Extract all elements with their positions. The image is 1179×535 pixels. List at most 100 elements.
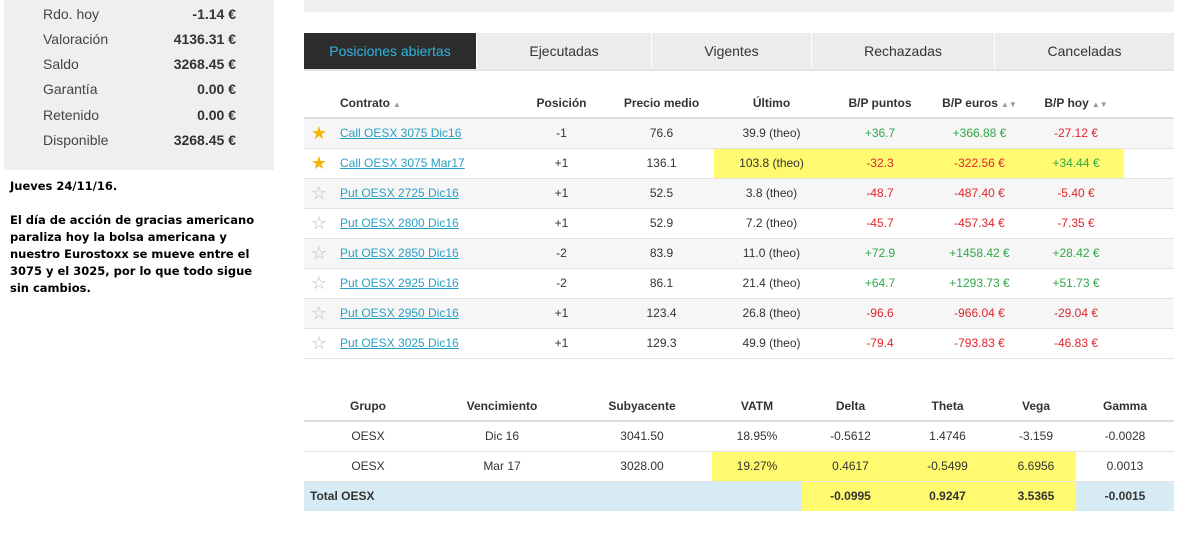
pl-today-cell: -5.40 € bbox=[1028, 178, 1124, 209]
contract-cell: Put OESX 2725 Dic16 bbox=[334, 178, 514, 209]
pl-today-cell: -46.83 € bbox=[1028, 328, 1124, 359]
header-vencimiento: Vencimiento bbox=[432, 391, 572, 422]
fav-cell: ☆ bbox=[304, 178, 334, 209]
positions-header-row: Contrato ▲ Posición Precio medio Último B… bbox=[304, 88, 1174, 119]
account-label: Garantía bbox=[43, 81, 98, 97]
total-row: Total OESX -0.0995 0.9247 3.5365 -0.0015 bbox=[304, 481, 1174, 511]
contract-cell: Put OESX 3025 Dic16 bbox=[334, 328, 514, 359]
spacer-cell bbox=[1124, 118, 1174, 149]
account-value: 0.00 € bbox=[197, 107, 236, 123]
star-outline-icon[interactable]: ☆ bbox=[311, 243, 327, 263]
spacer-cell bbox=[1124, 298, 1174, 329]
tab-vigentes[interactable]: Vigentes bbox=[652, 33, 812, 69]
pl-today-cell: +34.44 € bbox=[1028, 148, 1124, 179]
fav-cell: ☆ bbox=[304, 298, 334, 329]
header-pl-euros-label: B/P euros bbox=[942, 95, 998, 110]
header-grupo: Grupo bbox=[304, 391, 432, 422]
table-row: ☆ Put OESX 3025 Dic16 +1 129.3 49.9 (the… bbox=[304, 328, 1174, 359]
total-label: Total OESX bbox=[304, 481, 802, 511]
star-outline-icon[interactable]: ☆ bbox=[311, 273, 327, 293]
delta-cell: 0.4617 bbox=[802, 451, 899, 482]
star-outline-icon[interactable]: ☆ bbox=[311, 183, 327, 203]
grupo-cell: OESX bbox=[304, 421, 432, 452]
spacer-cell bbox=[1124, 268, 1174, 299]
pl-today-cell: -29.04 € bbox=[1028, 298, 1124, 329]
header-avg-price[interactable]: Precio medio bbox=[609, 88, 714, 119]
tab-posiciones-abiertas[interactable]: Posiciones abiertas bbox=[304, 33, 477, 69]
account-row-retenido: Retenido 0.00 € bbox=[4, 102, 274, 127]
notes-body: El día de acción de gracias americano pa… bbox=[10, 213, 255, 295]
last-cell: 11.0 (theo) bbox=[714, 238, 829, 269]
fav-cell: ☆ bbox=[304, 268, 334, 299]
gamma-cell: -0.0028 bbox=[1076, 421, 1174, 452]
last-cell: 3.8 (theo) bbox=[714, 178, 829, 209]
fav-header bbox=[304, 88, 334, 119]
star-outline-icon[interactable]: ☆ bbox=[311, 213, 327, 233]
pl-today-cell: -7.35 € bbox=[1028, 208, 1124, 239]
header-pl-euros[interactable]: B/P euros ▲▼ bbox=[931, 88, 1028, 119]
last-cell: 26.8 (theo) bbox=[714, 298, 829, 329]
contract-link[interactable]: Put OESX 2725 Dic16 bbox=[340, 186, 459, 200]
pl-points-cell: -32.3 bbox=[829, 148, 931, 179]
star-outline-icon[interactable]: ☆ bbox=[311, 333, 327, 353]
table-row: ★ Call OESX 3075 Dic16 -1 76.6 39.9 (the… bbox=[304, 118, 1174, 149]
star-outline-icon[interactable]: ☆ bbox=[311, 303, 327, 323]
orders-tabs: Posiciones abiertas Ejecutadas Vigentes … bbox=[304, 33, 1174, 69]
header-pl-today[interactable]: B/P hoy ▲▼ bbox=[1028, 88, 1124, 119]
contract-link[interactable]: Put OESX 2850 Dic16 bbox=[340, 246, 459, 260]
avg-price-cell: 123.4 bbox=[609, 298, 714, 329]
tab-canceladas[interactable]: Canceladas bbox=[995, 33, 1174, 69]
contract-link[interactable]: Call OESX 3075 Dic16 bbox=[340, 126, 461, 140]
star-filled-icon[interactable]: ★ bbox=[311, 123, 327, 143]
theta-cell: -0.5499 bbox=[899, 451, 996, 482]
last-cell: 103.8 (theo) bbox=[714, 148, 829, 179]
pl-euros-cell: -487.40 € bbox=[931, 178, 1028, 209]
contract-link[interactable]: Put OESX 2950 Dic16 bbox=[340, 306, 459, 320]
avg-price-cell: 129.3 bbox=[609, 328, 714, 359]
position-cell: +1 bbox=[514, 208, 609, 239]
header-position[interactable]: Posición bbox=[514, 88, 609, 119]
total-theta-cell: 0.9247 bbox=[899, 481, 996, 511]
table-row: ☆ Put OESX 2950 Dic16 +1 123.4 26.8 (the… bbox=[304, 298, 1174, 329]
contract-cell: Put OESX 2950 Dic16 bbox=[334, 298, 514, 329]
spacer-cell bbox=[1124, 208, 1174, 239]
sort-icon: ▲▼ bbox=[1000, 99, 1017, 109]
pl-points-cell: +72.9 bbox=[829, 238, 931, 269]
contract-link[interactable]: Put OESX 3025 Dic16 bbox=[340, 336, 459, 350]
account-label: Valoración bbox=[43, 31, 109, 47]
avg-price-cell: 86.1 bbox=[609, 268, 714, 299]
avg-price-cell: 83.9 bbox=[609, 238, 714, 269]
star-filled-icon[interactable]: ★ bbox=[311, 153, 327, 173]
position-cell: +1 bbox=[514, 148, 609, 179]
header-vatm: VATM bbox=[712, 391, 802, 422]
tab-ejecutadas[interactable]: Ejecutadas bbox=[477, 33, 652, 69]
account-label: Saldo bbox=[43, 56, 79, 72]
pl-euros-cell: -793.83 € bbox=[931, 328, 1028, 359]
avg-price-cell: 52.9 bbox=[609, 208, 714, 239]
positions-table: Contrato ▲ Posición Precio medio Último B… bbox=[304, 88, 1174, 359]
notes-text: Jueves 24/11/16. El día de acción de gra… bbox=[10, 178, 270, 297]
pl-euros-cell: +1458.42 € bbox=[931, 238, 1028, 269]
pl-euros-cell: +1293.73 € bbox=[931, 268, 1028, 299]
pl-points-cell: +36.7 bbox=[829, 118, 931, 149]
notes-date: Jueves 24/11/16. bbox=[10, 179, 118, 193]
contract-link[interactable]: Put OESX 2925 Dic16 bbox=[340, 276, 459, 290]
account-summary-panel: Rdo. hoy -1.14 € Valoración 4136.31 € Sa… bbox=[4, 0, 274, 170]
header-last[interactable]: Último bbox=[714, 88, 829, 119]
avg-price-cell: 76.6 bbox=[609, 118, 714, 149]
spacer-cell bbox=[1124, 328, 1174, 359]
account-label: Retenido bbox=[43, 107, 100, 123]
total-gamma-cell: -0.0015 bbox=[1076, 481, 1174, 511]
contract-link[interactable]: Put OESX 2800 Dic16 bbox=[340, 216, 459, 230]
header-contract[interactable]: Contrato ▲ bbox=[334, 88, 514, 119]
table-row: ☆ Put OESX 2725 Dic16 +1 52.5 3.8 (theo)… bbox=[304, 178, 1174, 209]
table-row: ★ Call OESX 3075 Mar17 +1 136.1 103.8 (t… bbox=[304, 148, 1174, 179]
table-row: ☆ Put OESX 2800 Dic16 +1 52.9 7.2 (theo)… bbox=[304, 208, 1174, 239]
contract-link[interactable]: Call OESX 3075 Mar17 bbox=[340, 156, 465, 170]
contract-cell: Put OESX 2850 Dic16 bbox=[334, 238, 514, 269]
table-row: ☆ Put OESX 2925 Dic16 -2 86.1 21.4 (theo… bbox=[304, 268, 1174, 299]
contract-cell: Call OESX 3075 Dic16 bbox=[334, 118, 514, 149]
tab-rechazadas[interactable]: Rechazadas bbox=[812, 33, 995, 69]
account-value: 4136.31 € bbox=[173, 31, 236, 47]
header-pl-points[interactable]: B/P puntos bbox=[829, 88, 931, 119]
